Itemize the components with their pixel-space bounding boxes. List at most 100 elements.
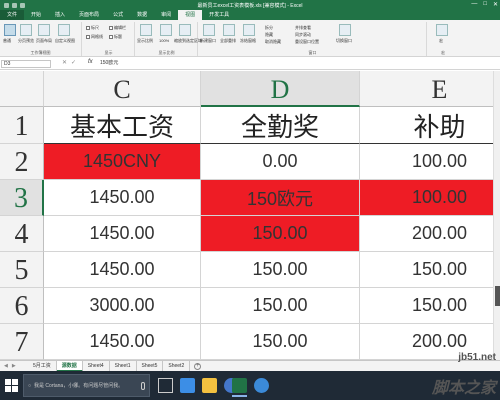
ruler-label: 标尺 [91, 25, 99, 30]
page-break-preview-button[interactable] [20, 24, 32, 36]
cell-e3[interactable]: 100.00 [360, 180, 493, 216]
cell-c7[interactable]: 1450.00 [44, 324, 201, 360]
scrollbar-thumb[interactable] [495, 286, 500, 306]
reset-position-button[interactable]: 重设窗口位置 [295, 39, 319, 45]
formula-bar-checkbox[interactable]: 编辑栏 [109, 25, 126, 31]
row-header-5[interactable]: 5 [0, 252, 44, 288]
split-button[interactable]: 拆分 [265, 25, 273, 31]
minimize-button[interactable]: — [471, 1, 477, 8]
tab-file[interactable]: 文件 [0, 10, 25, 20]
cell-d7[interactable]: 150.00 [201, 324, 360, 360]
sheet-tab-sheet5[interactable]: Sheet5 [137, 360, 164, 372]
column-header-e[interactable]: E [360, 71, 493, 107]
select-all-corner[interactable] [0, 71, 44, 107]
next-sheet-icon[interactable]: ▶ [12, 363, 20, 369]
ruler-checkbox[interactable]: 标尺 [86, 25, 99, 31]
name-box[interactable]: D3 [1, 60, 51, 68]
checkbox-icon [109, 34, 113, 39]
prev-sheet-icon[interactable]: ◀ [4, 363, 12, 369]
cell-c5[interactable]: 1450.00 [44, 252, 201, 288]
close-button[interactable]: ✕ [493, 1, 498, 8]
windows-start-icon[interactable] [5, 379, 18, 392]
row-header-1[interactable]: 1 [0, 107, 44, 144]
unhide-button[interactable]: 取消隐藏 [265, 39, 281, 45]
cell-e4[interactable]: 200.00 [360, 216, 493, 252]
tab-page-layout[interactable]: 页面布局 [72, 10, 106, 20]
row-header-4[interactable]: 4 [0, 216, 44, 252]
cell-d3[interactable]: 150欧元 [201, 180, 360, 216]
cortana-search-box[interactable]: ○ 我是 Cortana，小娜。有问题尽管问我。 [23, 374, 150, 397]
headings-checkbox[interactable]: 标题 [109, 34, 122, 40]
cell-d6[interactable]: 150.00 [201, 288, 360, 324]
column-header-c[interactable]: C [44, 71, 201, 107]
cell-d1[interactable]: 全勤奖 [201, 107, 360, 144]
cell-e1[interactable]: 补助 [360, 107, 493, 144]
add-sheet-button[interactable]: + [194, 362, 202, 370]
group-zoom: 显示比例 100% 缩放到选定区域 显示比例 [136, 22, 202, 56]
edge-browser-icon[interactable] [180, 378, 195, 393]
tab-developer[interactable]: 开发工具 [202, 10, 236, 20]
side-by-side-button[interactable]: 并排查看 [295, 25, 311, 31]
file-explorer-icon[interactable] [202, 378, 217, 393]
formula-bar: D3 ✕✓ fx 150欧元 [0, 58, 500, 70]
new-window-button[interactable] [203, 24, 215, 36]
zoom-label: 显示比例 [137, 38, 153, 43]
cell-c3[interactable]: 1450.00 [44, 180, 201, 216]
row-header-6[interactable]: 6 [0, 288, 44, 324]
cell-c6[interactable]: 3000.00 [44, 288, 201, 324]
zoom-button[interactable] [140, 24, 152, 36]
row-header-7[interactable]: 7 [0, 324, 44, 360]
tab-insert[interactable]: 插入 [48, 10, 72, 20]
formula-input[interactable]: 150欧元 [100, 60, 118, 67]
view-normal-button[interactable] [4, 24, 16, 36]
tab-formulas[interactable]: 公式 [106, 10, 130, 20]
cancel-icon[interactable]: ✕ [62, 60, 71, 66]
task-view-icon[interactable] [158, 378, 173, 393]
enter-icon[interactable]: ✓ [71, 60, 80, 66]
row-header-3[interactable]: 3 [0, 180, 44, 216]
row-header-2[interactable]: 2 [0, 144, 44, 180]
cell-e6[interactable]: 150.00 [360, 288, 493, 324]
freeze-panes-button[interactable] [243, 24, 255, 36]
sheet-tab-sheet1[interactable]: Sheet1 [110, 360, 137, 372]
ribbon: 普通 分页预览 页面布局 自定义视图 工作簿视图 标尺 编辑栏 网格线 标题 显… [0, 20, 500, 57]
search-placeholder: 我是 Cortana，小娜。有问题尽管问我。 [34, 383, 124, 389]
watermark-name: 脚本之家 [431, 380, 496, 397]
insert-function-button[interactable]: fx [88, 59, 93, 65]
tab-home[interactable]: 开始 [24, 10, 48, 20]
gridlines-label: 网格线 [91, 34, 103, 39]
cell-e5[interactable]: 150.00 [360, 252, 493, 288]
cell-c2[interactable]: 1450CNY [44, 144, 201, 180]
custom-views-button[interactable] [58, 24, 70, 36]
microphone-icon[interactable] [141, 382, 145, 390]
tab-review[interactable]: 审阅 [154, 10, 178, 20]
column-header-d[interactable]: D [201, 71, 360, 107]
sync-scroll-button[interactable]: 同步滚动 [295, 32, 311, 38]
cell-c1[interactable]: 基本工资 [44, 107, 201, 144]
macros-button[interactable] [436, 24, 448, 36]
tab-view[interactable]: 视图 [178, 10, 203, 20]
group-show: 标尺 编辑栏 网格线 标题 显示 [83, 22, 135, 56]
cell-d2[interactable]: 0.00 [201, 144, 360, 180]
hide-button[interactable]: 隐藏 [265, 32, 273, 38]
switch-windows-button[interactable] [339, 24, 351, 36]
cell-d5[interactable]: 150.00 [201, 252, 360, 288]
sheet-tab-may-salary[interactable]: 5月工资 [28, 360, 57, 372]
sheet-tab-sheet4[interactable]: Sheet4 [83, 360, 110, 372]
zoom-selection-button[interactable] [179, 24, 191, 36]
excel-taskbar-icon[interactable] [232, 378, 247, 397]
cell-d4[interactable]: 150.00 [201, 216, 360, 252]
cell-c4[interactable]: 1450.00 [44, 216, 201, 252]
zoom-100-button[interactable] [160, 24, 172, 36]
maximize-button[interactable]: □ [483, 1, 487, 8]
sheet-tab-source-data[interactable]: 源数据 [56, 360, 83, 372]
cell-e2[interactable]: 100.00 [360, 144, 493, 180]
vertical-scrollbar[interactable] [493, 71, 500, 360]
page-layout-view-button[interactable] [38, 24, 50, 36]
tab-data[interactable]: 数据 [130, 10, 154, 20]
sheet-tab-sheet2[interactable]: Sheet2 [163, 360, 191, 372]
app-icon[interactable] [254, 378, 269, 393]
arrange-all-button[interactable] [223, 24, 235, 36]
group-label: 宏 [441, 50, 445, 55]
gridlines-checkbox[interactable]: 网格线 [86, 34, 103, 40]
